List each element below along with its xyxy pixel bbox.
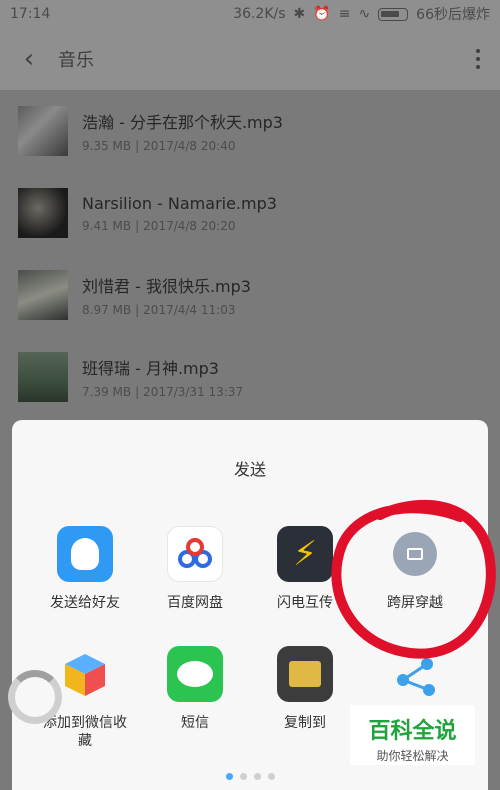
file-meta: 9.35 MB | 2017/4/8 20:40: [82, 139, 236, 153]
signal-icon: ≡: [338, 6, 351, 22]
share-target-copy-to[interactable]: 复制到: [250, 646, 360, 732]
share-sheet-title: 发送: [233, 460, 266, 479]
battery-icon: [378, 7, 409, 21]
album-thumbnail: [18, 270, 68, 320]
sms-icon: [167, 646, 223, 702]
share-target-label: 短信: [181, 715, 209, 731]
status-bar: 17:14 36.2K/s ✱ ⏰ ≡ ∿ 66秒后爆炸: [0, 0, 500, 28]
file-row[interactable]: 浩瀚 - 分手在那个秋天.mp3 9.35 MB | 2017/4/8 20:40: [0, 90, 500, 172]
status-indicators: 36.2K/s ✱ ⏰ ≡ ∿ 66秒后爆炸: [233, 4, 490, 24]
share-target-label: 复制到: [284, 715, 326, 731]
cross-screen-icon: [387, 526, 443, 582]
file-meta: 9.41 MB | 2017/4/8 20:20: [82, 218, 236, 233]
share-target-cross-screen[interactable]: 跨屏穿越: [360, 526, 470, 612]
app-bar: ‹ 音乐: [0, 28, 500, 90]
flash-transfer-icon: ⚡: [277, 526, 333, 582]
baidu-pan-icon: [167, 526, 223, 582]
share-target-qq[interactable]: 发送给好友: [30, 526, 140, 612]
album-thumbnail: [18, 106, 68, 156]
share-target-sms[interactable]: 短信: [140, 646, 250, 732]
share-target-label: 发送给好友: [50, 595, 120, 611]
share-target-label: 百度网盘: [167, 595, 223, 611]
watermark-title: 百科全说: [368, 719, 457, 744]
page-dot: [267, 773, 275, 780]
page-dot: [225, 773, 233, 780]
file-size: 8.97 MB: [82, 303, 132, 317]
watermark-subtitle: 助你轻松解决: [376, 749, 449, 763]
copy-to-icon: [277, 646, 333, 702]
file-date: 2017/4/8 20:20: [143, 218, 236, 233]
file-list: 浩瀚 - 分手在那个秋天.mp3 9.35 MB | 2017/4/8 20:40 …: [0, 90, 500, 418]
loading-spinner-icon: [8, 670, 62, 724]
share-target-label: 跨屏穿越: [387, 595, 443, 611]
file-name: 班得瑞 - 月神.mp3: [82, 359, 219, 378]
file-date: 2017/3/31 13:37: [143, 385, 244, 399]
bluetooth-icon: ✱: [293, 6, 306, 22]
status-time: 17:14: [10, 6, 51, 22]
share-target-es-share[interactable]: [360, 646, 470, 714]
net-speed: 36.2K/s: [233, 6, 286, 22]
album-thumbnail: [18, 352, 68, 402]
es-share-icon: [387, 646, 443, 702]
share-target-flash-transfer[interactable]: ⚡ 闪电互传: [250, 526, 360, 612]
alarm-icon: ⏰: [313, 6, 331, 22]
wechat-favorite-icon: [57, 646, 113, 702]
page-indicator: [12, 773, 488, 780]
battery-text: 66秒后爆炸: [416, 7, 490, 23]
file-size: 9.35 MB: [82, 139, 132, 153]
file-meta: 8.97 MB | 2017/4/4 11:03: [82, 303, 236, 317]
watermark: 百科全说 助你轻松解决: [350, 705, 475, 765]
page-dot: [239, 773, 247, 780]
file-name: Narsilion - Namarie.mp3: [82, 193, 277, 213]
album-thumbnail: [18, 188, 68, 238]
share-target-label: 添加到微信收藏: [43, 715, 127, 750]
file-name: 刘惜君 - 我很快乐.mp3: [82, 277, 251, 296]
file-size: 7.39 MB: [82, 385, 132, 399]
file-row[interactable]: 班得瑞 - 月神.mp3 7.39 MB | 2017/3/31 13:37: [0, 336, 500, 418]
file-meta: 7.39 MB | 2017/3/31 13:37: [82, 385, 244, 399]
file-size: 9.41 MB: [82, 218, 132, 233]
share-target-baidu-pan[interactable]: 百度网盘: [140, 526, 250, 612]
file-row[interactable]: 刘惜君 - 我很快乐.mp3 8.97 MB | 2017/4/4 11:03: [0, 254, 500, 336]
back-icon[interactable]: ‹: [18, 44, 40, 74]
page-title: 音乐: [58, 50, 94, 71]
file-date: 2017/4/4 11:03: [143, 303, 236, 317]
share-target-label: 闪电互传: [277, 595, 333, 611]
qq-icon: [57, 526, 113, 582]
file-date: 2017/4/8 20:40: [143, 139, 236, 153]
file-row[interactable]: Narsilion - Namarie.mp3 9.41 MB | 2017/4/8…: [0, 172, 500, 254]
more-options-icon[interactable]: [474, 49, 482, 69]
file-name: 浩瀚 - 分手在那个秋天.mp3: [82, 113, 283, 132]
page-dot: [253, 773, 261, 780]
activity-icon: ∿: [358, 6, 371, 22]
